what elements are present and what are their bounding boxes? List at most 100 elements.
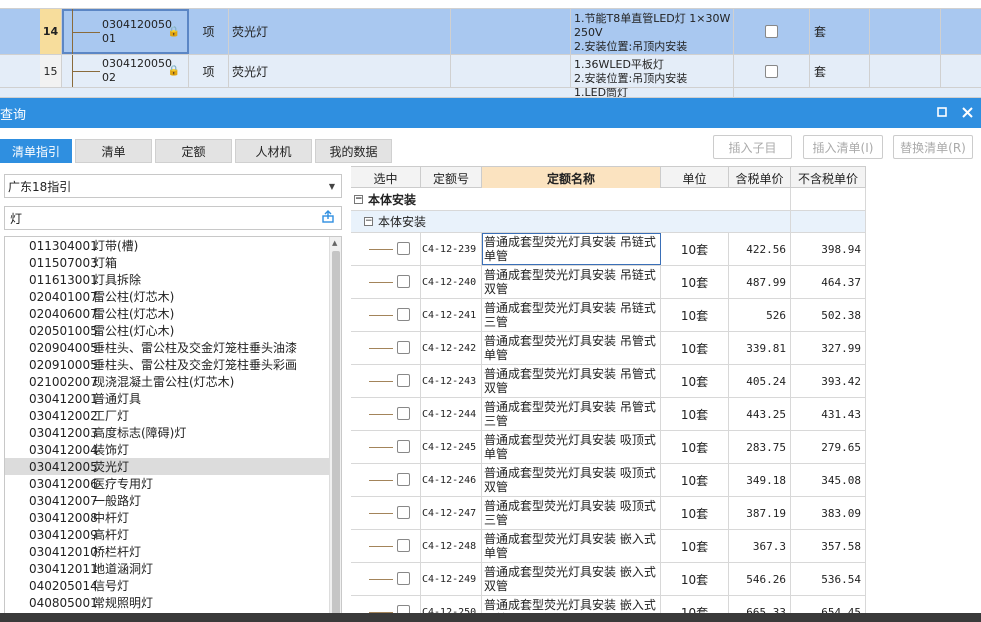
scroll-thumb[interactable] (332, 251, 340, 621)
header-name[interactable]: 定额名称 (482, 167, 661, 189)
quota-unit[interactable]: 10套 (661, 332, 729, 364)
collapse-icon[interactable]: − (364, 217, 373, 226)
price-with-tax[interactable]: 339.81 (729, 332, 791, 364)
quota-name[interactable]: 普通成套型荧光灯具安装 吊管式 单管 (482, 332, 661, 364)
quota-code[interactable]: C4-12-242 (421, 332, 482, 364)
price-without-tax[interactable]: 464.37 (791, 266, 866, 298)
select-cell[interactable] (351, 332, 421, 364)
quota-code[interactable]: C4-12-249 (421, 563, 482, 595)
subsection-row[interactable]: − 本体安装 (351, 211, 866, 233)
guide-list[interactable]: 011304001 灯带(槽) 011507003 灯箱 011613001 灯具拆除 02… (4, 236, 342, 622)
list-item[interactable]: 030412010 桥栏杆灯 (5, 543, 331, 560)
price-with-tax[interactable]: 422.56 (729, 233, 791, 265)
list-item[interactable]: 030412008 中杆灯 (5, 509, 331, 526)
price-without-tax[interactable]: 536.54 (791, 563, 866, 595)
list-item[interactable]: 040805001 常规照明灯 (5, 594, 331, 611)
quota-name[interactable]: 普通成套型荧光灯具安装 嵌入式 单管 (482, 530, 661, 562)
tab-guide[interactable]: 清单指引 (0, 139, 72, 163)
list-item[interactable]: 020501005 雷公柱(灯心木) (5, 322, 331, 339)
quota-unit[interactable]: 10套 (661, 431, 729, 463)
code-cell[interactable]: 030412005001 🔒 (62, 9, 189, 54)
row-checkbox[interactable] (397, 242, 410, 255)
row-checkbox[interactable] (397, 407, 410, 420)
header-code[interactable]: 定额号 (421, 167, 482, 189)
quota-unit[interactable]: 10套 (661, 233, 729, 265)
header-price-notax[interactable]: 不含税单价 (791, 167, 866, 189)
tab-list[interactable]: 清单 (75, 139, 152, 163)
price-without-tax[interactable]: 345.08 (791, 464, 866, 496)
quota-name[interactable]: 普通成套型荧光灯具安装 吸顶式 三管 (482, 497, 661, 529)
table-row[interactable]: C4-12-241 普通成套型荧光灯具安装 吊链式 三管 10套 526 502.38 (351, 299, 866, 332)
list-item[interactable]: 020406007 雷公柱(灯芯木) (5, 305, 331, 322)
price-without-tax[interactable]: 502.38 (791, 299, 866, 331)
quota-code[interactable]: C4-12-245 (421, 431, 482, 463)
quota-unit[interactable]: 10套 (661, 398, 729, 430)
row-checkbox[interactable] (397, 440, 410, 453)
list-item[interactable]: 030412006 医疗专用灯 (5, 475, 331, 492)
insert-child-button[interactable]: 插入子目 (713, 135, 792, 159)
list-item[interactable]: 030412011 地道涵洞灯 (5, 560, 331, 577)
collapse-icon[interactable]: − (354, 194, 363, 204)
price-without-tax[interactable]: 393.42 (791, 365, 866, 397)
chevron-down-icon[interactable]: ▼ (329, 182, 335, 191)
table-row[interactable]: C4-12-239 普通成套型荧光灯具安装 吊链式 单管 10套 422.56 398.… (351, 233, 866, 266)
price-with-tax[interactable]: 349.18 (729, 464, 791, 496)
scroll-up-icon[interactable]: ▲ (332, 239, 337, 247)
list-item[interactable]: 011507003 灯箱 (5, 254, 331, 271)
table-row[interactable]: C4-12-247 普通成套型荧光灯具安装 吸顶式 三管 10套 387.19 383.… (351, 497, 866, 530)
restore-icon[interactable] (934, 104, 950, 120)
table-row[interactable]: C4-12-245 普通成套型荧光灯具安装 吸顶式 单管 10套 283.75 279.… (351, 431, 866, 464)
desc-cell[interactable]: 1.36WLED平板灯 2.安装位置:吊顶内安装 (571, 55, 734, 87)
table-row[interactable]: C4-12-242 普通成套型荧光灯具安装 吊管式 单管 10套 339.81 327.… (351, 332, 866, 365)
quota-name[interactable]: 普通成套型荧光灯具安装 吊链式 三管 (482, 299, 661, 331)
quota-name[interactable]: 普通成套型荧光灯具安装 吊链式 单管 (482, 233, 661, 265)
search-input[interactable]: 灯 (4, 206, 342, 230)
row-checkbox[interactable] (397, 374, 410, 387)
price-without-tax[interactable]: 383.09 (791, 497, 866, 529)
quota-unit[interactable]: 10套 (661, 530, 729, 562)
list-item[interactable]: 030412007 一般路灯 (5, 492, 331, 509)
select-cell[interactable] (351, 431, 421, 463)
select-cell[interactable] (351, 398, 421, 430)
close-icon[interactable] (959, 104, 975, 120)
list-item[interactable]: 030412003 高度标志(障碍)灯 (5, 424, 331, 441)
row-checkbox[interactable] (397, 308, 410, 321)
code-cell[interactable]: 030412005002 🔒 (62, 55, 189, 87)
quota-name[interactable]: 普通成套型荧光灯具安装 吸顶式 双管 (482, 464, 661, 496)
list-item[interactable]: 011304001 灯带(槽) (5, 237, 331, 254)
price-without-tax[interactable]: 327.99 (791, 332, 866, 364)
price-without-tax[interactable]: 279.65 (791, 431, 866, 463)
tab-my-data[interactable]: 我的数据 (315, 139, 392, 163)
quota-code[interactable]: C4-12-241 (421, 299, 482, 331)
checkbox-cell[interactable] (734, 9, 810, 54)
quota-code[interactable]: C4-12-240 (421, 266, 482, 298)
quota-code[interactable]: C4-12-243 (421, 365, 482, 397)
select-cell[interactable] (351, 497, 421, 529)
table-row[interactable]: C4-12-244 普通成套型荧光灯具安装 吊管式 三管 10套 443.25 431.… (351, 398, 866, 431)
table-row[interactable]: C4-12-246 普通成套型荧光灯具安装 吸顶式 双管 10套 349.18 345.… (351, 464, 866, 497)
list-scrollbar[interactable]: ▲ (329, 237, 341, 621)
quota-unit[interactable]: 10套 (661, 365, 729, 397)
list-item[interactable]: 030412004 装饰灯 (5, 441, 331, 458)
quota-code[interactable]: C4-12-239 (421, 233, 482, 265)
row-checkbox[interactable] (397, 539, 410, 552)
select-cell[interactable] (351, 365, 421, 397)
row-checkbox[interactable] (397, 275, 410, 288)
list-item[interactable]: 020401007 雷公柱(灯芯木) (5, 288, 331, 305)
price-with-tax[interactable]: 283.75 (729, 431, 791, 463)
quota-name[interactable]: 普通成套型荧光灯具安装 嵌入式 双管 (482, 563, 661, 595)
quota-name[interactable]: 普通成套型荧光灯具安装 吸顶式 单管 (482, 431, 661, 463)
insert-list-button[interactable]: 插入清单(I) (803, 135, 883, 159)
row-checkbox[interactable] (397, 572, 410, 585)
quota-name[interactable]: 普通成套型荧光灯具安装 吊管式 双管 (482, 365, 661, 397)
tab-quota[interactable]: 定额 (155, 139, 232, 163)
desc-cell[interactable]: 1.节能T8单直管LED灯 1×30W 250V 2.安装位置:吊顶内安装 (571, 9, 734, 54)
quota-unit[interactable]: 10套 (661, 464, 729, 496)
quota-code[interactable]: C4-12-247 (421, 497, 482, 529)
table-row[interactable]: C4-12-249 普通成套型荧光灯具安装 嵌入式 双管 10套 546.26 536.… (351, 563, 866, 596)
list-item[interactable]: 030412001 普通灯具 (5, 390, 331, 407)
header-select[interactable]: 选中 (351, 167, 421, 189)
quota-code[interactable]: C4-12-244 (421, 398, 482, 430)
name-cell[interactable]: 荧光灯 (229, 55, 451, 87)
row-checkbox[interactable] (397, 506, 410, 519)
